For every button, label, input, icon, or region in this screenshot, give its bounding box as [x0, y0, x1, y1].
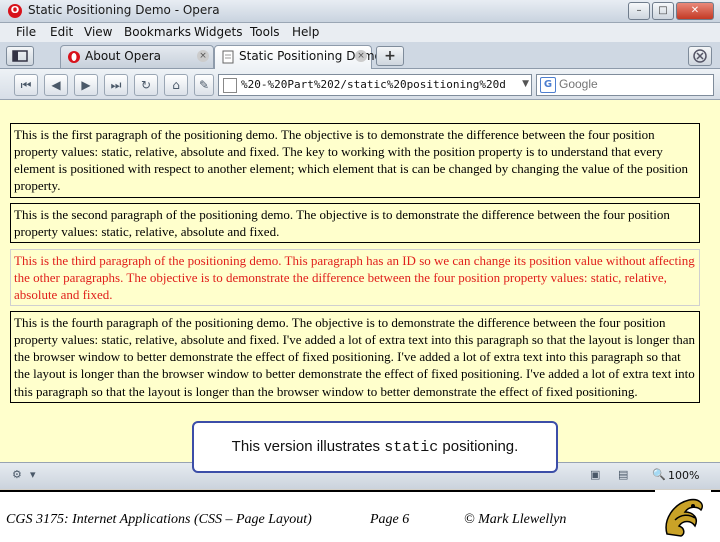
menu-edit[interactable]: Edit: [50, 25, 73, 39]
tab-bar: About Opera × Static Positioning Demo × …: [0, 42, 720, 69]
opera-icon: [68, 51, 80, 63]
chevron-down-icon[interactable]: ▾: [30, 468, 36, 481]
address-field[interactable]: %20-%20Part%202/static%20positioning%20d…: [218, 74, 532, 96]
menu-tools[interactable]: Tools: [250, 25, 280, 39]
caption-code: static: [384, 439, 439, 456]
page-icon: [223, 78, 237, 93]
forward-button[interactable]: ▶: [74, 74, 98, 96]
wand-icon: ✎: [198, 78, 210, 92]
minimize-button[interactable]: –: [628, 2, 650, 20]
page-icon: [222, 50, 234, 64]
settings-icon[interactable]: ⚙: [12, 468, 22, 481]
page-viewport[interactable]: This is the first paragraph of the posit…: [0, 100, 720, 462]
new-tab-button[interactable]: +: [376, 46, 404, 66]
reload-icon: ↻: [140, 78, 152, 92]
paragraph-3: This is the third paragraph of the posit…: [10, 249, 700, 307]
menu-widgets[interactable]: Widgets: [194, 25, 243, 39]
tab-about-opera[interactable]: About Opera ×: [60, 45, 214, 68]
search-input[interactable]: [559, 77, 699, 91]
zoom-icon[interactable]: 🔍: [652, 468, 666, 481]
caption-text: This version illustrates static position…: [194, 438, 556, 456]
caption-suffix: positioning.: [438, 438, 519, 455]
panel-toggle-button[interactable]: [6, 46, 34, 66]
view-icon[interactable]: ▤: [618, 468, 628, 481]
course-title: CGS 3175: Internet Applications (CSS – P…: [6, 512, 312, 527]
caption-box: This version illustrates static position…: [192, 421, 558, 473]
page-number: Page 6: [370, 512, 410, 527]
home-icon: ⌂: [172, 78, 180, 92]
fast-forward-icon: ⏭: [110, 78, 122, 92]
author: © Mark Llewellyn: [464, 512, 567, 527]
fast-forward-button[interactable]: ⏭: [104, 74, 128, 96]
wand-button[interactable]: ✎: [194, 74, 214, 96]
rewind-button[interactable]: ⏮: [14, 74, 38, 96]
opera-logo-icon: O: [8, 4, 22, 18]
search-field[interactable]: G: [536, 74, 714, 96]
chevron-down-icon[interactable]: ▼: [522, 79, 529, 89]
navigation-toolbar: ⏮ ◀ ▶ ⏭ ↻ ⌂ ✎ %20-%20Part%202/static%20p…: [0, 69, 720, 100]
reload-button[interactable]: ↻: [134, 74, 158, 96]
close-window-button[interactable]: ✕: [676, 2, 714, 20]
menu-file[interactable]: File: [16, 25, 36, 39]
paragraph-1: This is the first paragraph of the posit…: [10, 123, 700, 198]
menu-bookmarks[interactable]: Bookmarks: [124, 25, 191, 39]
window-titlebar: O Static Positioning Demo - Opera – □ ✕: [0, 0, 720, 23]
panel-toggle-icon[interactable]: ▣: [590, 468, 600, 481]
ucf-pegasus-logo-icon: [655, 490, 711, 540]
maximize-button[interactable]: □: [652, 2, 674, 20]
paragraph-2: This is the second paragraph of the posi…: [10, 203, 700, 244]
home-button[interactable]: ⌂: [164, 74, 188, 96]
slide-footer: CGS 3175: Internet Applications (CSS – P…: [0, 490, 720, 542]
tab-static-positioning-demo[interactable]: Static Positioning Demo ×: [214, 45, 382, 69]
panel-icon: [12, 50, 28, 62]
menu-bar: File Edit View Bookmarks Widgets Tools H…: [0, 23, 720, 42]
tab-label: About Opera: [85, 49, 162, 63]
address-text[interactable]: %20-%20Part%202/static%20positioning%20d…: [241, 78, 505, 91]
menu-help[interactable]: Help: [292, 25, 319, 39]
menu-view[interactable]: View: [84, 25, 112, 39]
paragraph-4: This is the fourth paragraph of the posi…: [10, 311, 700, 403]
trash-icon: [693, 49, 707, 63]
closed-tabs-button[interactable]: [688, 46, 712, 66]
rewind-icon: ⏮: [20, 78, 32, 92]
tab-close-icon[interactable]: ×: [197, 50, 209, 62]
zoom-level[interactable]: 100%: [668, 469, 699, 482]
caption-prefix: This version illustrates: [231, 438, 385, 455]
back-icon: ◀: [51, 78, 61, 92]
window-title: Static Positioning Demo - Opera: [28, 3, 220, 17]
forward-icon: ▶: [81, 78, 91, 92]
tab-close-icon[interactable]: ×: [355, 50, 367, 62]
back-button[interactable]: ◀: [44, 74, 68, 96]
google-icon[interactable]: G: [540, 77, 556, 93]
